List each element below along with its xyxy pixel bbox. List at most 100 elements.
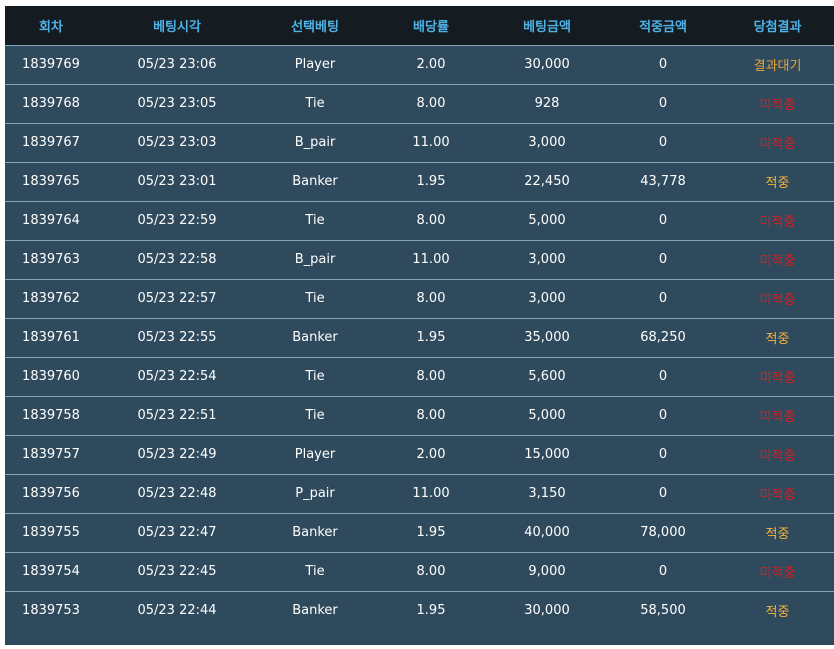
cell-win-amount: 0 xyxy=(658,447,668,462)
cell-bet-amount: 3,150 xyxy=(528,486,566,501)
cell-win-amount: 0 xyxy=(658,57,668,72)
cell-result: 결과대기 xyxy=(753,59,802,74)
cell-round: 1839753 xyxy=(22,603,80,619)
cell-bet-amount: 9,000 xyxy=(528,564,566,579)
cell-selected-bet: Tie xyxy=(305,291,325,306)
cell-bet-time: 05/23 22:58 xyxy=(137,252,217,267)
cell-result: 적중 xyxy=(765,332,790,347)
cell-round: 1839754 xyxy=(22,564,80,579)
cell-win-amount: 0 xyxy=(658,135,668,150)
cell-win-amount: 0 xyxy=(658,252,668,267)
cell-bet-time: 05/23 23:06 xyxy=(137,57,217,72)
cell-selected-bet: Player xyxy=(294,57,336,72)
cell-bet-amount: 5,600 xyxy=(528,369,566,384)
bet-history-table: 회차 베팅시각 선택베팅 배당률 베팅금액 적중금액 당첨결과 1839769 0… xyxy=(5,6,834,630)
cell-round: 1839756 xyxy=(22,486,80,501)
cell-result: 적중 xyxy=(765,176,790,191)
cell-win-amount: 0 xyxy=(658,96,668,111)
cell-selected-bet: P_pair xyxy=(295,486,335,501)
cell-bet-amount: 3,000 xyxy=(528,135,566,150)
cell-odds: 2.00 xyxy=(416,447,446,462)
cell-bet-amount: 5,000 xyxy=(528,408,566,423)
cell-bet-time: 05/23 23:01 xyxy=(137,174,217,189)
cell-odds: 1.95 xyxy=(416,525,446,540)
header-odds: 배당률 xyxy=(413,19,449,35)
cell-round: 1839763 xyxy=(22,252,80,267)
table-row: 1839760 05/23 22:54 Tie 8.00 5,600 0 미적중 xyxy=(5,357,834,396)
cell-selected-bet: Tie xyxy=(305,96,325,111)
cell-round: 1839761 xyxy=(22,330,80,345)
cell-bet-amount: 3,000 xyxy=(528,252,566,267)
cell-win-amount: 78,000 xyxy=(640,525,686,540)
cell-round: 1839755 xyxy=(22,525,80,540)
cell-bet-amount: 5,000 xyxy=(528,213,566,228)
cell-result: 적중 xyxy=(765,605,790,621)
cell-bet-amount: 15,000 xyxy=(524,447,570,462)
cell-selected-bet: Tie xyxy=(305,369,325,384)
cell-round: 1839762 xyxy=(22,291,80,306)
cell-odds: 2.00 xyxy=(416,57,446,72)
cell-win-amount: 0 xyxy=(658,408,668,423)
cell-bet-amount: 40,000 xyxy=(524,525,570,540)
cell-round: 1839765 xyxy=(22,174,80,189)
cell-win-amount: 0 xyxy=(658,291,668,306)
cell-bet-time: 05/23 22:59 xyxy=(137,213,217,228)
table-row: 1839756 05/23 22:48 P_pair 11.00 3,150 0 미적중 xyxy=(5,474,834,513)
cell-round: 1839764 xyxy=(22,213,80,228)
table-row: 1839757 05/23 22:49 Player 2.00 15,000 0 미적중 xyxy=(5,435,834,474)
cell-odds: 1.95 xyxy=(416,330,446,345)
cell-round: 1839757 xyxy=(22,447,80,462)
cell-win-amount: 43,778 xyxy=(640,174,686,189)
table-row: 1839754 05/23 22:45 Tie 8.00 9,000 0 미적중 xyxy=(5,552,834,591)
table-row: 1839755 05/23 22:47 Banker 1.95 40,000 78,000… xyxy=(5,513,834,552)
table-row: 1839753 05/23 22:44 Banker 1.95 30,000 58,500… xyxy=(5,591,834,630)
cell-win-amount: 0 xyxy=(658,213,668,228)
cell-win-amount: 0 xyxy=(658,486,668,501)
cell-result: 미적중 xyxy=(759,254,796,269)
cell-bet-amount: 30,000 xyxy=(524,57,570,72)
cell-odds: 1.95 xyxy=(416,603,446,619)
cell-bet-time: 05/23 22:49 xyxy=(137,447,217,462)
cell-odds: 11.00 xyxy=(412,135,450,150)
cell-result: 미적중 xyxy=(759,488,796,503)
cell-bet-time: 05/23 22:45 xyxy=(137,564,217,579)
cell-result: 미적중 xyxy=(759,98,796,113)
cell-result: 미적중 xyxy=(759,371,796,386)
header-win-amount: 적중금액 xyxy=(639,19,687,35)
cell-win-amount: 68,250 xyxy=(640,330,686,345)
cell-selected-bet: Tie xyxy=(305,213,325,228)
cell-bet-amount: 30,000 xyxy=(524,603,570,619)
cell-bet-time: 05/23 23:03 xyxy=(137,135,217,150)
cell-bet-amount: 22,450 xyxy=(524,174,570,189)
cell-bet-time: 05/23 22:55 xyxy=(137,330,217,345)
table-row: 1839763 05/23 22:58 B_pair 11.00 3,000 0 미적중 xyxy=(5,240,834,279)
cell-win-amount: 0 xyxy=(658,564,668,579)
cell-bet-time: 05/23 22:44 xyxy=(137,603,217,619)
table-row: 1839758 05/23 22:51 Tie 8.00 5,000 0 미적중 xyxy=(5,396,834,435)
cell-result: 미적중 xyxy=(759,566,796,581)
cell-odds: 8.00 xyxy=(416,213,446,228)
cell-result: 미적중 xyxy=(759,293,796,308)
cell-round: 1839769 xyxy=(22,57,80,72)
cell-bet-amount: 3,000 xyxy=(528,291,566,306)
cell-bet-time: 05/23 22:48 xyxy=(137,486,217,501)
cell-round: 1839760 xyxy=(22,369,80,384)
cell-selected-bet: Banker xyxy=(292,603,338,619)
cell-odds: 11.00 xyxy=(412,252,450,267)
cell-win-amount: 58,500 xyxy=(640,603,686,619)
cell-result: 미적중 xyxy=(759,410,796,425)
cell-odds: 8.00 xyxy=(416,369,446,384)
header-row: 회차 베팅시각 선택베팅 배당률 베팅금액 적중금액 당첨결과 xyxy=(5,6,834,45)
cell-bet-time: 05/23 22:54 xyxy=(137,369,217,384)
cell-bet-amount: 35,000 xyxy=(524,330,570,345)
cell-result: 미적중 xyxy=(759,215,796,230)
cell-odds: 11.00 xyxy=(412,486,450,501)
header-selected-bet: 선택베팅 xyxy=(291,19,339,35)
cell-selected-bet: Banker xyxy=(292,525,338,540)
cell-odds: 8.00 xyxy=(416,408,446,423)
cell-bet-time: 05/23 22:57 xyxy=(137,291,217,306)
cell-result: 미적중 xyxy=(759,137,796,152)
table-row: 1839761 05/23 22:55 Banker 1.95 35,000 68,250… xyxy=(5,318,834,357)
table-body: 1839769 05/23 23:06 Player 2.00 30,000 0 결과대기 1… xyxy=(5,45,834,630)
cell-round: 1839767 xyxy=(22,135,80,150)
